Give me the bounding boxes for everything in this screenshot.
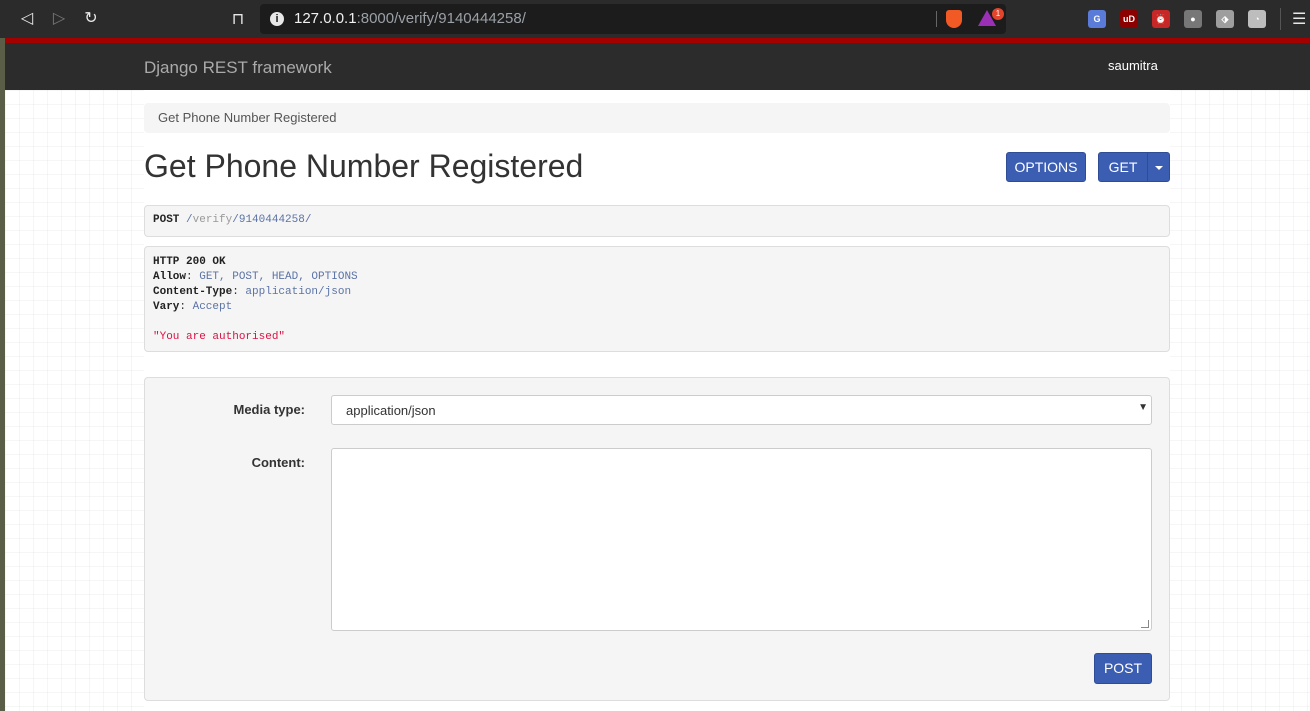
tag-icon[interactable]: ⬗ bbox=[1216, 10, 1234, 28]
request-path-segment: 9140444258 bbox=[238, 214, 305, 226]
response-info: HTTP 200 OK Allow: GET, POST, HEAD, OPTI… bbox=[144, 246, 1170, 352]
browser-toolbar: ◁ ▷ ↻ ⊓ i 127.0.0.1:8000/verify/91404442… bbox=[0, 0, 1310, 38]
url-separator bbox=[936, 11, 937, 27]
caret-down-icon bbox=[1154, 166, 1163, 171]
request-method: POST bbox=[153, 214, 180, 226]
extension-circle-icon[interactable]: ● bbox=[1184, 10, 1202, 28]
breadcrumb-item[interactable]: Get Phone Number Registered bbox=[158, 110, 336, 125]
bookmark-icon[interactable]: ⊓ bbox=[229, 9, 247, 29]
user-menu[interactable]: saumitra bbox=[1108, 58, 1158, 73]
allow-header-value: GET, POST, HEAD, OPTIONS bbox=[199, 271, 358, 283]
url-text[interactable]: 127.0.0.1:8000/verify/9140444258/ bbox=[294, 10, 526, 27]
content-textarea[interactable] bbox=[331, 448, 1152, 631]
brave-shields-icon[interactable] bbox=[946, 10, 962, 28]
vary-header-value: Accept bbox=[192, 301, 233, 313]
response-body: "You are authorised" bbox=[153, 331, 286, 343]
ublock-icon[interactable]: uD bbox=[1120, 10, 1138, 28]
site-info-icon[interactable]: i bbox=[270, 12, 284, 26]
alarm-icon[interactable]: ⏰ bbox=[1152, 10, 1170, 28]
get-button[interactable]: GET bbox=[1098, 152, 1148, 182]
resize-grip-icon[interactable] bbox=[1141, 620, 1149, 628]
menu-icon[interactable]: ☰ bbox=[1292, 9, 1306, 29]
cookie-icon[interactable]: ◔ bbox=[1248, 10, 1266, 28]
options-button[interactable]: OPTIONS bbox=[1006, 152, 1086, 182]
media-type-label: Media type: bbox=[233, 402, 305, 417]
content-type-value: application/json bbox=[245, 286, 352, 298]
media-type-select[interactable]: application/json ▼ bbox=[331, 395, 1152, 425]
address-bar[interactable]: i 127.0.0.1:8000/verify/9140444258/ 1 bbox=[260, 4, 1006, 34]
page-title: Get Phone Number Registered bbox=[144, 148, 584, 184]
forward-icon[interactable]: ▷ bbox=[49, 9, 69, 29]
drf-navbar: Django REST framework saumitra bbox=[5, 38, 1310, 90]
translate-icon[interactable]: G bbox=[1088, 10, 1106, 28]
rewards-badge: 1 bbox=[992, 8, 1004, 20]
brand-link[interactable]: Django REST framework bbox=[144, 58, 332, 78]
breadcrumb: Get Phone Number Registered bbox=[144, 103, 1170, 133]
get-format-dropdown-button[interactable] bbox=[1147, 152, 1170, 182]
reload-icon[interactable]: ↻ bbox=[81, 9, 101, 29]
response-status: HTTP 200 OK bbox=[153, 256, 226, 268]
raw-data-form: Media type: application/json ▼ Content: … bbox=[144, 377, 1170, 701]
select-arrow-icon: ▼ bbox=[1138, 402, 1148, 413]
post-button[interactable]: POST bbox=[1094, 653, 1152, 684]
back-icon[interactable]: ◁ bbox=[17, 9, 37, 29]
toolbar-divider bbox=[1280, 8, 1281, 30]
content-label: Content: bbox=[251, 455, 305, 470]
request-info: POST /verify/9140444258/ bbox=[144, 205, 1170, 237]
request-path-segment: verify bbox=[192, 214, 233, 226]
